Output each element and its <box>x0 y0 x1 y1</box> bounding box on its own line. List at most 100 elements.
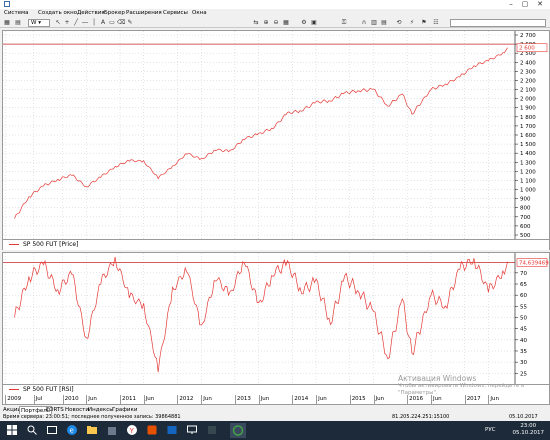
color-icon[interactable]: ✎ <box>126 19 134 27</box>
menu-windows[interactable]: Окна <box>192 10 207 17</box>
price-tick-label: 1 000 <box>520 188 536 194</box>
order-icon[interactable]: ⚡ <box>408 19 416 27</box>
x-axis-label: 2016 <box>409 396 424 402</box>
tab-forts[interactable]: FORTS <box>46 407 64 414</box>
price-tick-label: 1 700 <box>520 124 536 130</box>
delete-icon[interactable]: ⌫ <box>117 19 125 27</box>
menu-new-window[interactable]: Создать окно <box>38 10 77 17</box>
price-tick-label: 1 900 <box>520 106 536 112</box>
app-icon-dark[interactable] <box>206 424 218 436</box>
app-icon-monitor[interactable] <box>186 424 198 436</box>
menu-bar: Система Создать окно Действия Брокер Рас… <box>0 9 550 18</box>
task-view-icon[interactable] <box>46 424 58 436</box>
indicators-icon[interactable]: ▤ <box>14 19 22 27</box>
tab-news[interactable]: Новости <box>65 407 89 414</box>
x-axis-tick <box>292 395 294 404</box>
price-chart-pane[interactable]: 2 700 2 6002 500 2 400 2 300 2 200 2 100 2 000… <box>2 30 550 240</box>
server-time-status: Время сервера: 23:00:51; последнее получ… <box>3 414 181 420</box>
table-icon[interactable]: ☷ <box>432 19 440 27</box>
menu-system[interactable]: Система <box>4 10 29 17</box>
menu-broker[interactable]: Брокер <box>104 10 125 17</box>
tab-charts[interactable]: Графики <box>112 407 137 414</box>
svg-text:e: e <box>70 427 74 435</box>
trendline-icon[interactable]: ╱ <box>72 19 80 27</box>
x-axis-tick <box>120 395 121 404</box>
quik-app-icon[interactable] <box>230 423 246 438</box>
taskbar-clock[interactable]: 23:00 05.10.2017 <box>513 423 545 437</box>
rsi-series-line <box>14 256 508 373</box>
menu-extensions[interactable]: Расширения <box>126 10 162 17</box>
rsi-chart-pane[interactable]: 70 65 60 55 50 45 40 35 30 25 74,639469 <box>2 252 550 385</box>
zoom-in-icon[interactable]: ⊕ <box>262 19 270 27</box>
price-tick-label: 2 700 <box>520 33 536 39</box>
magnet-icon[interactable]: ∩ <box>360 19 368 27</box>
tab-indices[interactable]: Индексы <box>88 407 114 414</box>
rsi-legend-swatch <box>9 389 19 390</box>
trading-terminal-window: – ▢ ✕ Система Создать окно Действия Брок… <box>0 0 550 440</box>
price-series-line <box>14 47 508 219</box>
cursor-icon[interactable]: ↖ <box>54 19 62 27</box>
tile-icon[interactable]: ▥ <box>370 19 378 27</box>
x-axis-label: 2009 <box>7 396 22 402</box>
green-grid-icon[interactable]: ▦ <box>282 19 290 27</box>
edge-browser-icon[interactable]: e <box>66 424 78 436</box>
price-tick-label: 2 400 <box>520 60 536 66</box>
rsi-chart[interactable]: 7065605550454035302574,639469 <box>3 253 549 384</box>
menu-services[interactable]: Сервисы <box>163 10 188 17</box>
x-axis-tick <box>407 395 409 404</box>
text-tool-icon[interactable]: A <box>99 19 107 27</box>
price-tick-label: 1 400 <box>520 151 536 157</box>
toolbar: ▦ ▤ W ▾ ↖ + ╱ ― │ A ▭ ⌫ ✎ ⇆ ⊕ ⊖ ▦ ⚙ ▣ ⚿ … <box>0 18 550 28</box>
price-chart[interactable]: 2 700 2 6002 500 2 400 2 300 2 200 2 100 2 000… <box>3 31 549 239</box>
x-axis: 2009 Jul 2010 Jun 2011 Jun 2012 Jun 2013 Jun 2014 J… <box>2 395 550 405</box>
x-axis-tick <box>488 395 490 404</box>
chart-settings-icon[interactable]: ⚙ <box>300 19 308 27</box>
price-tick-label: 1 800 <box>520 115 536 121</box>
price-tick-label: 800 <box>520 206 531 212</box>
price-tick-label: 600 <box>520 224 531 230</box>
explorer-icon[interactable] <box>86 424 98 436</box>
vline-icon[interactable]: │ <box>90 19 98 27</box>
search-icon[interactable] <box>26 424 38 436</box>
minimize-icon[interactable]: – <box>504 0 518 9</box>
price-current-value: 2 600 <box>519 46 535 52</box>
alert-icon[interactable]: ⚑ <box>420 19 428 27</box>
crosshair-icon[interactable]: + <box>63 19 71 27</box>
price-tick-label: 1 100 <box>520 178 536 184</box>
yandex-icon[interactable]: Y <box>126 424 138 436</box>
arrows-icon[interactable]: ⇆ <box>252 19 260 27</box>
x-axis-label: Jun <box>260 396 270 402</box>
x-axis-label: Jun <box>203 396 212 402</box>
x-axis-label: 2011 <box>122 396 136 402</box>
close-icon[interactable]: ✕ <box>533 0 547 9</box>
cascade-icon[interactable]: ▤ <box>380 19 388 27</box>
menu-actions[interactable]: Действия <box>77 10 105 17</box>
timeframe-select[interactable]: W ▾ <box>28 19 50 27</box>
symbol-input[interactable] <box>450 19 546 27</box>
rsi-tick-label: 30 <box>520 360 527 366</box>
x-axis-tick <box>316 395 318 404</box>
chart-window-icon[interactable]: ▣ <box>310 19 318 27</box>
lock-icon[interactable]: ⚿ <box>340 19 348 27</box>
store-icon[interactable] <box>106 424 118 436</box>
windows-taskbar: e Y РУС 23:00 05.10.2017 <box>0 421 550 440</box>
app-icon-orange[interactable] <box>146 424 158 436</box>
history-icon[interactable]: ⟲ <box>395 19 403 27</box>
hline-icon[interactable]: ― <box>81 19 89 27</box>
windows-start-icon[interactable] <box>6 424 18 436</box>
x-axis-tick <box>62 395 64 404</box>
x-axis-label: Jun <box>145 396 155 402</box>
keyboard-language[interactable]: РУС <box>485 427 496 433</box>
price-tick-label: 2 100 <box>520 88 536 94</box>
x-axis-label: Jun <box>88 396 97 402</box>
price-tick-label: 2 200 <box>520 78 536 84</box>
zoom-out-icon[interactable]: ⊖ <box>272 19 280 27</box>
rectangle-icon[interactable]: ▭ <box>108 19 116 27</box>
rsi-tick-label: 40 <box>520 338 527 344</box>
maximize-icon[interactable]: ▢ <box>518 0 532 9</box>
x-axis-tick <box>373 395 375 404</box>
chart-type-icon[interactable]: ▦ <box>3 19 11 27</box>
x-axis-label: Jul <box>35 396 43 402</box>
app-icon-blue[interactable] <box>166 424 178 436</box>
price-tick-label: 1 300 <box>520 160 536 166</box>
